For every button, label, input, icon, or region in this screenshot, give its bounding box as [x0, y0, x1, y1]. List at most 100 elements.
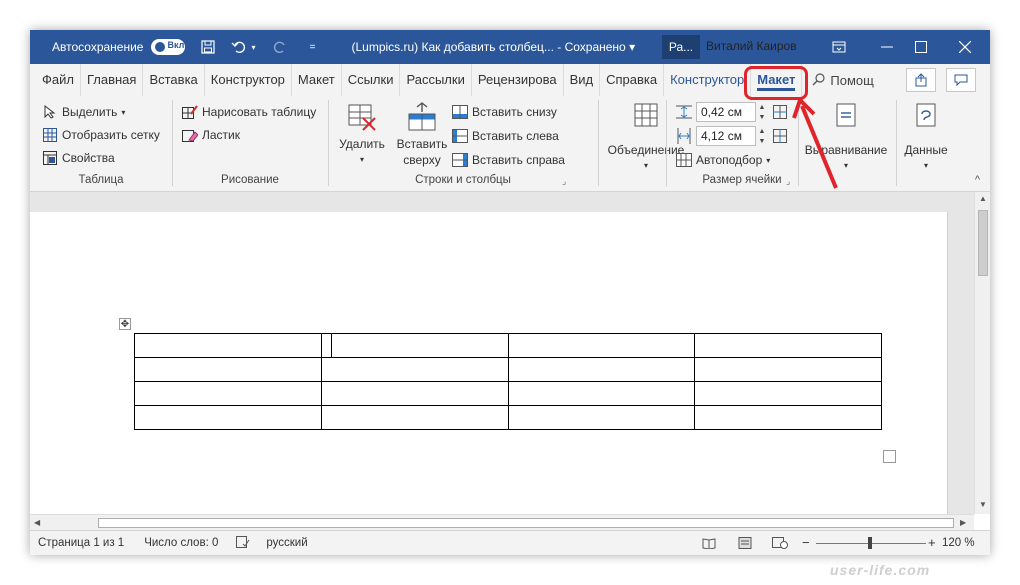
table-cell[interactable]: [321, 357, 509, 382]
web-layout-icon[interactable]: [772, 537, 788, 552]
customize-qat-icon[interactable]: =: [303, 38, 321, 56]
table-cell[interactable]: [508, 333, 695, 358]
zoom-level[interactable]: 120 %: [942, 537, 975, 549]
collapse-ribbon-icon[interactable]: ^: [975, 174, 980, 186]
insert-below-button[interactable]: Вставить снизу: [452, 104, 557, 120]
tab-help[interactable]: Справка: [600, 64, 665, 96]
tab-mailings[interactable]: Рассылки: [400, 64, 472, 96]
table-cell[interactable]: [694, 405, 882, 430]
document-page[interactable]: ✥: [30, 212, 948, 514]
word-count[interactable]: Число слов: 0: [144, 537, 218, 549]
distribute-columns-icon[interactable]: [772, 128, 788, 144]
autosave-toggle[interactable]: Вкл: [151, 39, 186, 55]
search-box[interactable]: Ра...: [662, 35, 700, 59]
column-width-input[interactable]: [696, 126, 756, 146]
redo-icon[interactable]: [271, 38, 289, 56]
eraser-button[interactable]: Ластик: [182, 127, 240, 143]
scroll-right-icon[interactable]: ▶: [960, 518, 966, 527]
scroll-down-icon[interactable]: ▼: [979, 500, 987, 509]
ribbon-display-icon[interactable]: [816, 30, 862, 64]
zoom-in-icon[interactable]: +: [928, 535, 936, 550]
properties-button[interactable]: Свойства: [42, 150, 115, 166]
user-name[interactable]: Виталий Каиров: [706, 39, 797, 53]
table-resize-handle[interactable]: [883, 450, 896, 463]
zoom-out-icon[interactable]: −: [802, 535, 810, 550]
insert-left-button[interactable]: Вставить слева: [452, 128, 559, 144]
tell-me-box[interactable]: Помощ: [802, 73, 874, 88]
scroll-up-icon[interactable]: ▲: [979, 194, 987, 203]
tab-insert[interactable]: Вставка: [143, 64, 205, 96]
vertical-scroll-thumb[interactable]: [978, 210, 988, 276]
save-icon[interactable]: [199, 38, 217, 56]
eraser-icon: [182, 127, 198, 143]
table-cell[interactable]: [134, 405, 322, 430]
dialog-launcher-icon[interactable]: ⌟: [562, 176, 566, 187]
insert-right-button[interactable]: Вставить справа: [452, 152, 565, 168]
draw-table-button[interactable]: Нарисовать таблицу: [182, 104, 316, 120]
autosave-label: Автосохранение: [52, 40, 144, 54]
undo-icon[interactable]: [231, 38, 249, 56]
select-button[interactable]: Выделить ▾: [42, 104, 125, 120]
share-icon: [915, 73, 927, 87]
vertical-scrollbar[interactable]: ▲ ▼: [974, 192, 990, 514]
insert-below-label: Вставить снизу: [472, 105, 557, 119]
table-cell[interactable]: [694, 333, 882, 358]
table-cell[interactable]: [694, 357, 882, 382]
autofit-button[interactable]: Автоподбор ▾: [676, 152, 770, 168]
document-table[interactable]: [134, 333, 882, 430]
tab-references[interactable]: Ссылки: [342, 64, 401, 96]
table-cell[interactable]: [134, 333, 322, 358]
language[interactable]: русский: [266, 537, 307, 549]
table-cell[interactable]: [321, 405, 509, 430]
horizontal-scroll-thumb[interactable]: [98, 518, 954, 528]
tab-table-design[interactable]: Конструктор: [664, 64, 752, 96]
page-count[interactable]: Страница 1 из 1: [38, 537, 124, 549]
spin-arrows[interactable]: ▲ ▼: [756, 126, 768, 146]
draw-group-label: Рисование: [221, 174, 279, 186]
tab-view[interactable]: Вид: [564, 64, 601, 96]
data-button[interactable]: Данные ▾: [900, 102, 952, 174]
table-cell[interactable]: [508, 405, 695, 430]
table-cell[interactable]: [321, 381, 509, 406]
table-cell[interactable]: [134, 381, 322, 406]
tab-layout[interactable]: Макет: [292, 64, 342, 96]
document-title[interactable]: (Lumpics.ru) Как добавить столбец... - С…: [351, 40, 635, 54]
table-cell[interactable]: [694, 381, 882, 406]
table-row: [134, 357, 882, 382]
properties-label: Свойства: [62, 151, 115, 165]
zoom-slider-thumb[interactable]: [868, 537, 872, 549]
insert-above-button[interactable]: Вставить сверху: [394, 102, 450, 168]
distribute-rows-icon[interactable]: [772, 104, 788, 120]
row-height-spinner[interactable]: ▲▼: [696, 102, 768, 122]
table-cell[interactable]: [508, 381, 695, 406]
insert-above-label-2: сверху: [403, 153, 441, 167]
merge-button[interactable]: Объединение ▾: [606, 102, 686, 174]
print-layout-icon[interactable]: [738, 537, 752, 552]
spin-arrows[interactable]: ▲ ▼: [756, 102, 768, 122]
column-width-spinner[interactable]: ▲▼: [696, 126, 768, 146]
table-row: [134, 381, 882, 406]
table-cell[interactable]: [508, 357, 695, 382]
table-cell[interactable]: [134, 357, 322, 382]
maximize-icon[interactable]: [898, 30, 944, 64]
autofit-icon: [676, 152, 692, 168]
row-height-input[interactable]: [696, 102, 756, 122]
tab-file[interactable]: Файл: [36, 64, 81, 96]
tab-review[interactable]: Рецензирова: [472, 64, 564, 96]
close-icon[interactable]: [942, 30, 988, 64]
share-button[interactable]: [906, 68, 936, 92]
horizontal-scrollbar[interactable]: ◀ ▶: [30, 514, 974, 530]
table-cell[interactable]: [321, 333, 332, 358]
comments-button[interactable]: [946, 68, 976, 92]
tab-design[interactable]: Конструктор: [205, 64, 292, 96]
insert-above-icon: [407, 102, 437, 136]
table-cell[interactable]: [331, 333, 509, 358]
view-gridlines-button[interactable]: Отобразить сетку: [42, 127, 160, 143]
table-move-handle-icon[interactable]: ✥: [119, 318, 131, 330]
delete-button[interactable]: Удалить ▾: [338, 102, 386, 168]
tab-home[interactable]: Главная: [81, 64, 144, 96]
proofing-icon[interactable]: [236, 535, 250, 551]
scroll-left-icon[interactable]: ◀: [34, 518, 40, 527]
read-mode-icon[interactable]: [702, 537, 716, 552]
undo-dropdown-icon[interactable]: ▾: [249, 38, 257, 56]
